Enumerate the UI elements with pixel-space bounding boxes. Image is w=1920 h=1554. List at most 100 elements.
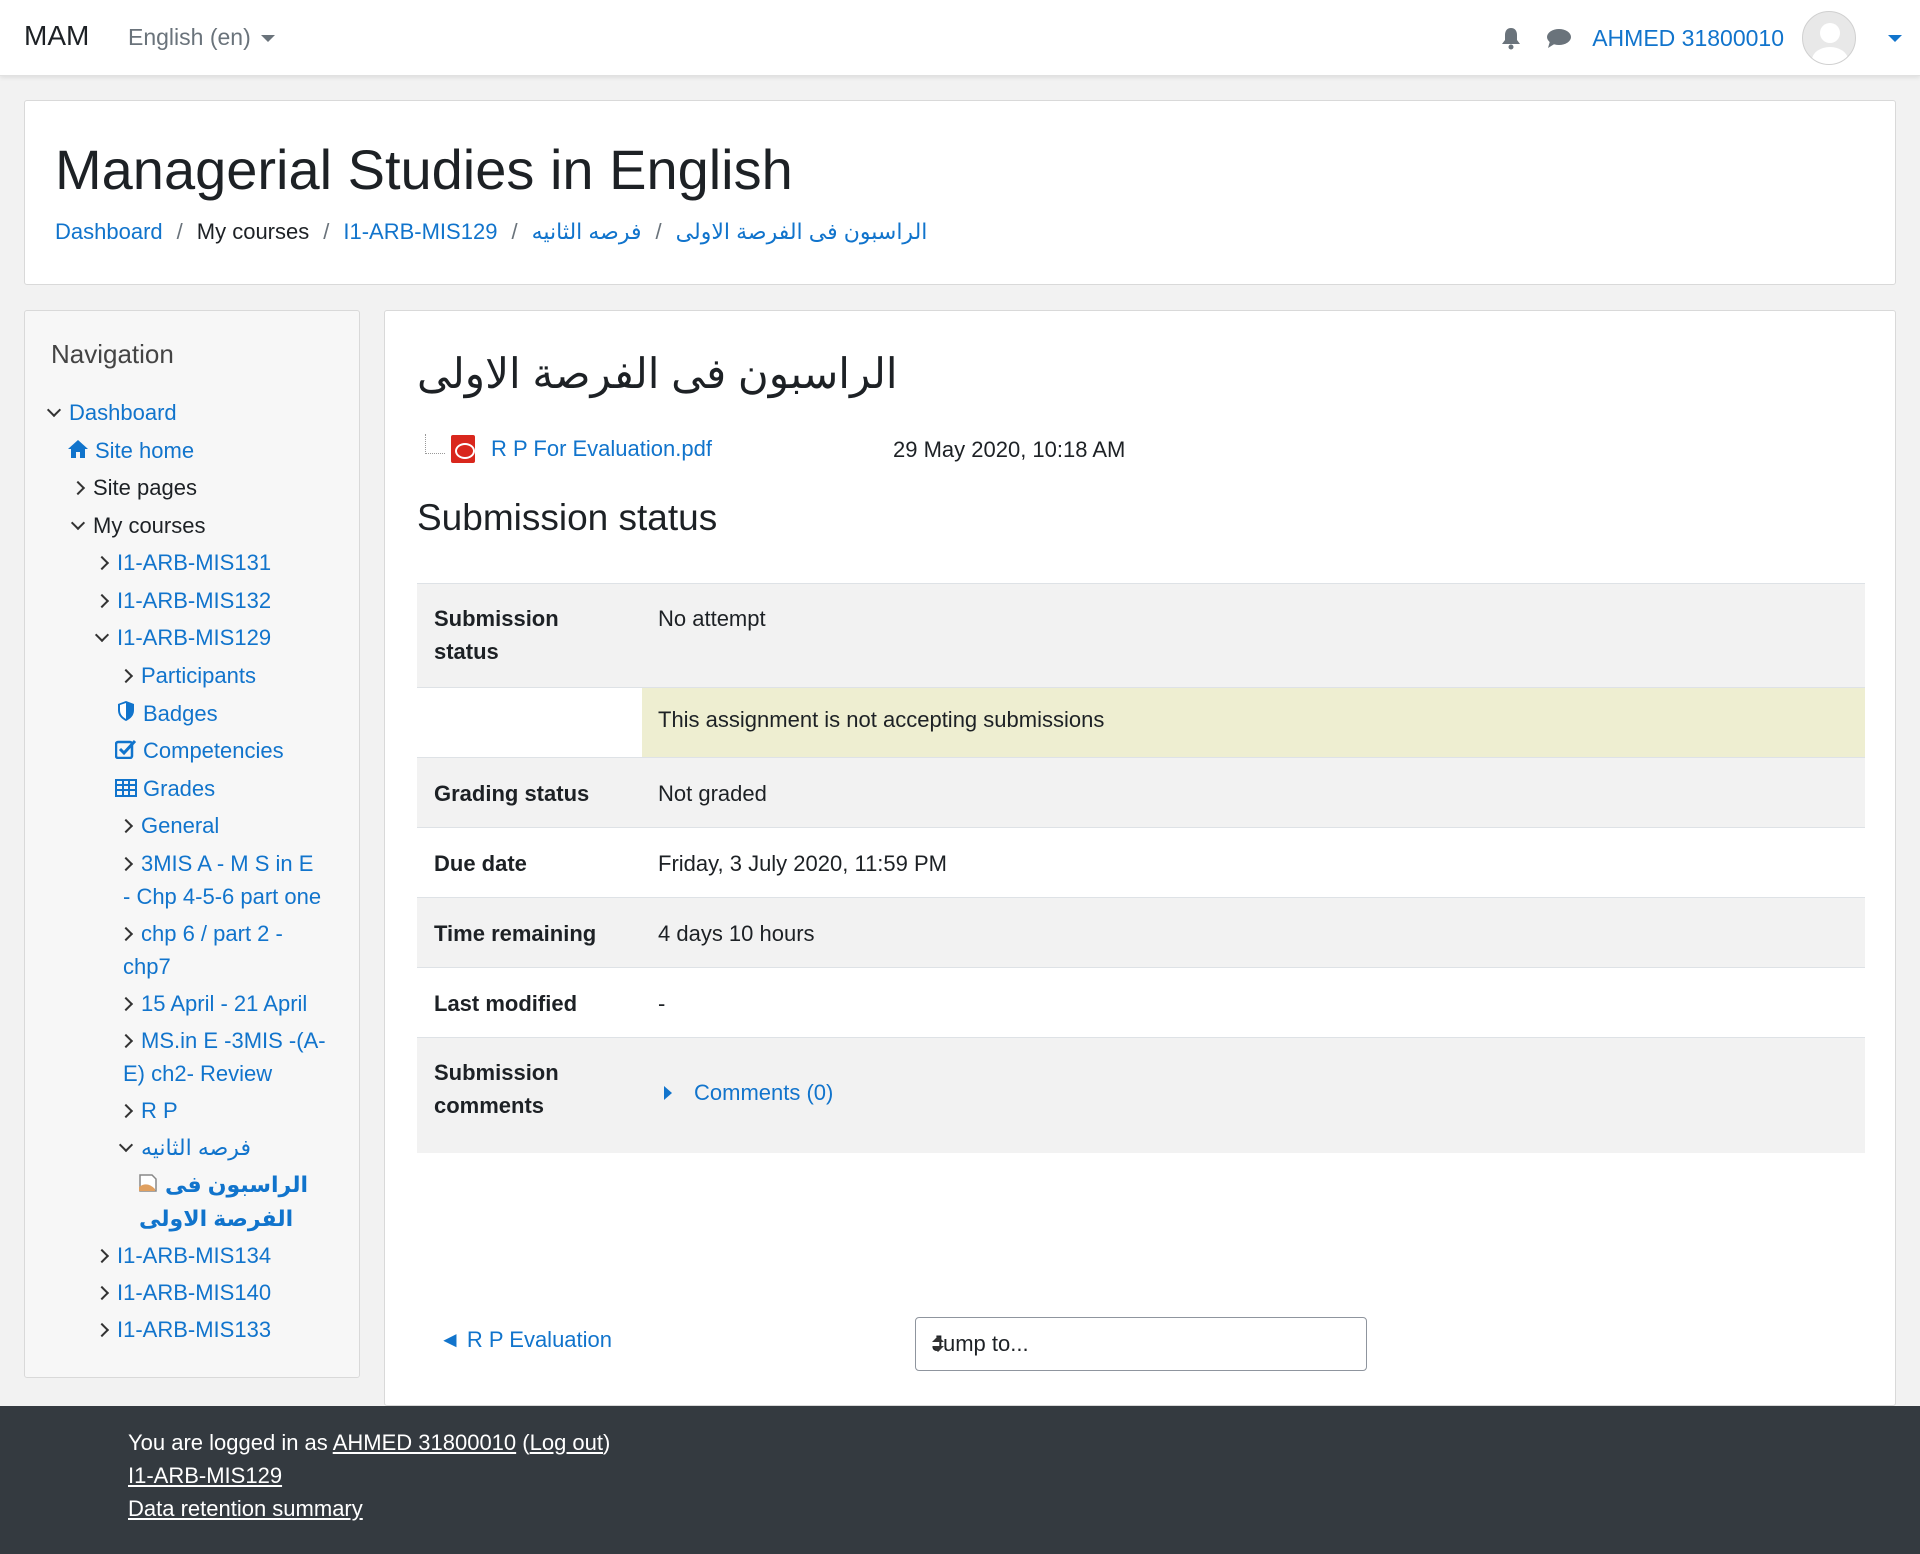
nav-item-competencies[interactable]: Competencies [114, 735, 284, 768]
nav-item-course-mis134[interactable]: I1-ARB-MIS134 [93, 1240, 271, 1273]
submission-status-table: Submission status No attempt This assign… [417, 583, 1865, 1153]
nav-item-dashboard[interactable]: Dashboard [45, 397, 177, 430]
attachment-row: R P For Evaluation.pdf [425, 434, 712, 463]
attachment-link[interactable]: R P For Evaluation.pdf [491, 436, 712, 462]
activity-title: الراسبون فى الفرصة الاولى [417, 350, 898, 397]
breadcrumb-activity[interactable]: الراسبون فى الفرصة الاولى [676, 219, 928, 245]
login-info: You are logged in as AHMED 31800010 (Log… [128, 1430, 610, 1456]
breadcrumb-separator: / [176, 219, 183, 244]
nav-item-course-mis129[interactable]: I1-ARB-MIS129 [93, 622, 271, 655]
chevron-right-icon[interactable] [117, 989, 135, 1021]
nav-item-site-pages[interactable]: Site pages [69, 472, 197, 505]
breadcrumb-course[interactable]: I1-ARB-MIS129 [343, 219, 497, 245]
nav-link[interactable]: Site home [95, 438, 194, 463]
row-value: Not graded [658, 781, 767, 806]
nav-link[interactable]: chp 6 / part 2 - [141, 921, 283, 946]
nav-item-section-chp6[interactable]: chp 6 / part 2 - [117, 918, 283, 951]
nav-link[interactable]: MS.in E -3MIS -(A- [141, 1028, 326, 1053]
nav-item-course-mis133[interactable]: I1-ARB-MIS133 [93, 1314, 271, 1347]
nav-item-section-rp[interactable]: R P [117, 1095, 178, 1128]
nav-item-general[interactable]: General [117, 810, 219, 843]
nav-item-section-msine[interactable]: MS.in E -3MIS -(A- [117, 1025, 326, 1058]
logout-link[interactable]: Log out [530, 1430, 603, 1455]
nav-link[interactable]: I1-ARB-MIS132 [117, 588, 271, 613]
chevron-down-icon[interactable] [93, 623, 111, 655]
jump-to-select[interactable]: Jump to... [915, 1317, 1367, 1371]
nav-item-my-courses[interactable]: My courses [69, 510, 205, 543]
nav-link[interactable]: 15 April - 21 April [141, 991, 307, 1016]
nav-item-badges[interactable]: Badges [115, 698, 218, 731]
nav-link[interactable]: I1-ARB-MIS140 [117, 1280, 271, 1305]
user-menu-name[interactable]: AHMED 31800010 [1592, 25, 1784, 52]
comments-toggle[interactable]: Comments (0) [658, 1080, 833, 1106]
row-label: Submission status [434, 602, 559, 668]
row-label: Last modified [434, 991, 578, 1016]
nav-link[interactable]: الراسبون فى [165, 1172, 308, 1197]
nav-item-grades[interactable]: Grades [115, 773, 215, 806]
chevron-right-icon[interactable] [69, 473, 87, 505]
chevron-down-icon[interactable] [45, 398, 63, 430]
nav-link[interactable]: chp7 [123, 954, 171, 979]
nav-item-course-mis140[interactable]: I1-ARB-MIS140 [93, 1277, 271, 1310]
tree-connector [425, 434, 445, 454]
nav-link[interactable]: General [141, 813, 219, 838]
nav-link[interactable]: Participants [141, 663, 256, 688]
nav-link[interactable]: فرصه الثانيه [141, 1135, 251, 1160]
breadcrumb-section[interactable]: فرصه الثانيه [532, 219, 642, 245]
message-icon[interactable] [1544, 23, 1574, 53]
chevron-right-icon[interactable] [93, 548, 111, 580]
nav-item-course-mis132[interactable]: I1-ARB-MIS132 [93, 585, 271, 618]
nav-link[interactable]: E) ch2- Review [123, 1061, 272, 1086]
nav-link[interactable]: Competencies [143, 738, 284, 763]
nav-item-section-3mis[interactable]: 3MIS A - M S in E [117, 848, 313, 881]
nav-item-site-home[interactable]: Site home [67, 435, 194, 468]
nav-link[interactable]: Grades [143, 776, 215, 801]
nav-link[interactable]: Dashboard [69, 400, 177, 425]
nav-item-activity-current-cont[interactable]: الفرصة الاولى [139, 1203, 293, 1235]
chevron-down-icon[interactable] [69, 511, 87, 543]
chevron-right-icon[interactable] [117, 919, 135, 951]
nav-item-section-second-chance[interactable]: فرصه الثانيه [117, 1132, 251, 1165]
page-header: Managerial Studies in English Dashboard … [24, 100, 1896, 285]
chevron-right-icon[interactable] [117, 811, 135, 843]
footer-user-link[interactable]: AHMED 31800010 [333, 1430, 516, 1455]
nav-link[interactable]: R P [141, 1098, 178, 1123]
chevron-right-icon[interactable] [117, 849, 135, 881]
nav-item-section-3mis-cont[interactable]: - Chp 4-5-6 part one [123, 881, 321, 913]
nav-item-activity-current[interactable]: الراسبون فى [137, 1169, 308, 1202]
bell-icon[interactable] [1496, 23, 1526, 53]
caret-right-icon[interactable] [664, 1086, 672, 1100]
chevron-right-icon[interactable] [117, 1026, 135, 1058]
nav-link[interactable]: 3MIS A - M S in E [141, 851, 313, 876]
chevron-down-icon[interactable] [117, 1133, 135, 1165]
site-brand[interactable]: MAM [24, 20, 89, 52]
nav-link[interactable]: I1-ARB-MIS133 [117, 1317, 271, 1342]
data-retention-link[interactable]: Data retention summary [128, 1496, 363, 1521]
nav-link[interactable]: I1-ARB-MIS131 [117, 550, 271, 575]
nav-item-section-chp6-cont[interactable]: chp7 [123, 951, 171, 983]
chevron-right-icon[interactable] [93, 1315, 111, 1347]
comments-link[interactable]: Comments (0) [694, 1080, 833, 1106]
chevron-right-icon[interactable] [117, 1096, 135, 1128]
nav-item-section-msine-cont[interactable]: E) ch2- Review [123, 1058, 272, 1090]
language-menu[interactable]: English (en) [128, 24, 275, 51]
chevron-right-icon[interactable] [93, 1241, 111, 1273]
nav-link[interactable]: - Chp 4-5-6 part one [123, 884, 321, 909]
nav-link[interactable]: الفرصة الاولى [139, 1206, 293, 1231]
chevron-right-icon[interactable] [93, 586, 111, 618]
chevron-right-icon[interactable] [93, 1278, 111, 1310]
table-row: Submission comments Comments (0) [417, 1037, 1865, 1153]
avatar[interactable] [1802, 11, 1856, 65]
nav-item-section-april[interactable]: 15 April - 21 April [117, 988, 307, 1021]
breadcrumb-dashboard[interactable]: Dashboard [55, 219, 163, 245]
nav-item-course-mis131[interactable]: I1-ARB-MIS131 [93, 547, 271, 580]
nav-link[interactable]: I1-ARB-MIS134 [117, 1243, 271, 1268]
user-menu-caret-icon[interactable] [1888, 34, 1902, 42]
nav-item-participants[interactable]: Participants [117, 660, 256, 693]
nav-link[interactable]: I1-ARB-MIS129 [117, 625, 271, 650]
chevron-right-icon[interactable] [117, 661, 135, 693]
previous-activity-link[interactable]: ◄ R P Evaluation [439, 1327, 612, 1353]
table-row: Grading status Not graded [417, 757, 1865, 827]
footer-course-link[interactable]: I1-ARB-MIS129 [128, 1463, 282, 1488]
nav-link[interactable]: Badges [143, 701, 218, 726]
